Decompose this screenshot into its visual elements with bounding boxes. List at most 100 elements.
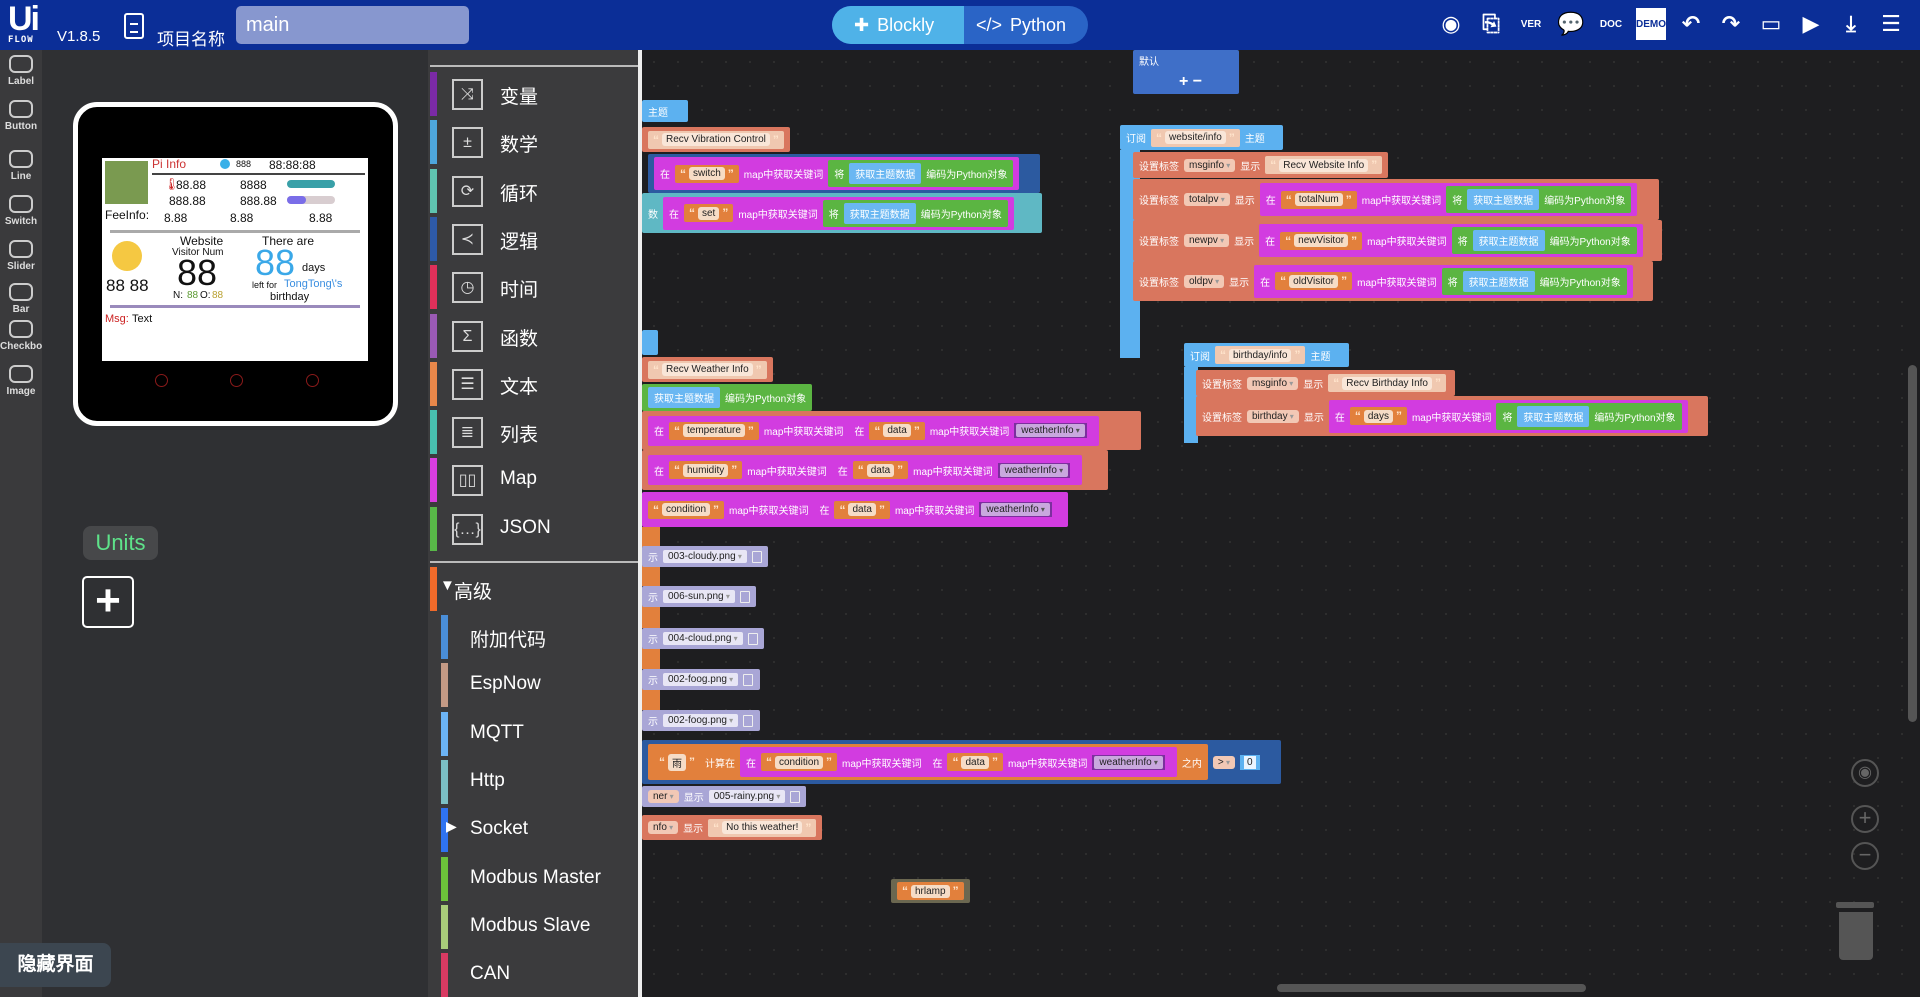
- category-8[interactable]: ▯▯ Map: [430, 458, 638, 503]
- variable-block[interactable]: weatherInfo: [1092, 754, 1165, 770]
- code-block[interactable]: ner 显示 005-rainy.png: [642, 786, 807, 807]
- nested-block[interactable]: 在 “temperature” map中获取关键词在 “data” map中获取关键词 w…: [648, 415, 1099, 446]
- code-block[interactable]: 在 “switch” map中获取关键词将获取主题数据 编码为Python对象: [648, 154, 1040, 193]
- category-sub-0[interactable]: 附加代码: [430, 615, 638, 659]
- nested-block[interactable]: 在 “days” map中获取关键词将获取主题数据 编码为Python对象: [1328, 399, 1688, 433]
- category-sub-2[interactable]: MQTT: [430, 711, 638, 756]
- tab-python[interactable]: </> Python: [964, 6, 1078, 44]
- nested-block[interactable]: “雨” 计算在在 “condition” map中获取关键词在 “data” map中获取…: [648, 744, 1208, 780]
- dropdown[interactable]: nfo: [648, 821, 679, 834]
- string-block[interactable]: “newVisitor”: [1280, 231, 1363, 250]
- code-block[interactable]: 示 003-cloudy.png: [642, 546, 768, 567]
- string-value[interactable]: newVisitor: [1294, 234, 1349, 247]
- dropdown[interactable]: >: [1212, 755, 1236, 769]
- dropdown[interactable]: totalpv: [1184, 193, 1230, 206]
- string-block[interactable]: “data”: [852, 461, 909, 479]
- dropdown[interactable]: msginfo: [1247, 376, 1299, 390]
- button-c[interactable]: [306, 374, 319, 387]
- get-topic-data-block[interactable]: 获取主题数据: [1517, 405, 1590, 427]
- category-sub-6[interactable]: Modbus Slave: [430, 904, 638, 949]
- get-topic-data-block[interactable]: 获取主题数据: [849, 163, 922, 184]
- code-block[interactable]: 在 “humidity” map中获取关键词在 “data” map中获取关键词 weat…: [642, 450, 1108, 490]
- variable-dropdown[interactable]: weatherInfo: [981, 503, 1050, 516]
- variable-dropdown[interactable]: weatherInfo: [1016, 424, 1085, 437]
- string-value[interactable]: birthday/info: [1229, 348, 1292, 362]
- category-3[interactable]: ≺ 逻辑: [430, 216, 638, 261]
- string-block[interactable]: “Recv Birthday Info”: [1328, 374, 1446, 392]
- string-block[interactable]: “days”: [1349, 407, 1407, 425]
- nested-block[interactable]: 在 “switch” map中获取关键词将获取主题数据 编码为Python对象: [654, 157, 1020, 190]
- category-advanced[interactable]: ▼ 高级: [430, 567, 638, 611]
- code-block[interactable]: 在 “temperature” map中获取关键词在 “data” map中获取关键词 w…: [642, 411, 1141, 450]
- string-block[interactable]: “oldVisitor”: [1275, 272, 1353, 290]
- variable-block[interactable]: weatherInfo: [979, 502, 1052, 517]
- category-sub-4[interactable]: ▶ Socket: [430, 808, 638, 853]
- string-value[interactable]: Recv Birthday Info: [1342, 376, 1432, 390]
- string-value[interactable]: data: [848, 503, 876, 516]
- string-value[interactable]: Recv Website Info: [1279, 158, 1369, 172]
- string-block[interactable]: “Recv Weather Info”: [648, 360, 767, 379]
- demo-icon[interactable]: DEMO: [1636, 8, 1666, 40]
- code-block[interactable]: nfo 显示 “No this weather!”: [642, 815, 823, 840]
- image-file-dropdown[interactable]: 005-rainy.png: [708, 790, 786, 803]
- code-block[interactable]: 获取主题数据 编码为Python对象: [642, 384, 813, 411]
- menu-icon[interactable]: ☰: [1876, 8, 1906, 40]
- variable-block[interactable]: weatherInfo: [1014, 423, 1087, 438]
- dropdown[interactable]: oldpv: [1184, 274, 1225, 288]
- category-sub-5[interactable]: Modbus Master: [430, 856, 638, 901]
- widget-label[interactable]: Label: [0, 55, 42, 87]
- string-value[interactable]: data: [961, 755, 989, 769]
- tab-blockly[interactable]: ✚ Blockly: [832, 6, 964, 44]
- run-icon[interactable]: ▶: [1796, 8, 1826, 40]
- device-icon[interactable]: ▭: [1756, 8, 1786, 40]
- blockly-workspace[interactable]: 主题 “Recv Vibration Control” 在 “switch” map中获…: [642, 50, 1920, 997]
- string-value[interactable]: days: [1363, 409, 1393, 423]
- variable-dropdown[interactable]: weatherInfo: [999, 463, 1069, 477]
- nested-block[interactable]: 将获取主题数据 编码为Python对象: [828, 160, 1014, 187]
- string-value[interactable]: Recv Vibration Control: [662, 133, 770, 146]
- device-screen[interactable]: Pi Info 888 88:88:88 🌡 88.88 8888 888.88…: [102, 158, 368, 361]
- string-block[interactable]: “set”: [684, 204, 734, 222]
- nested-block[interactable]: 在 “data” map中获取关键词 weatherInfo: [848, 418, 1093, 443]
- string-block[interactable]: “No this weather!”: [708, 818, 817, 837]
- nested-block[interactable]: 将获取主题数据 编码为Python对象: [1441, 267, 1627, 295]
- string-block[interactable]: “totalNum”: [1280, 190, 1357, 209]
- number-block[interactable]: 0: [1240, 754, 1260, 770]
- firmware-icon[interactable]: ◉: [1436, 8, 1466, 40]
- code-block[interactable]: “Recv Vibration Control”: [642, 127, 790, 152]
- nested-block[interactable]: 将获取主题数据 编码为Python对象: [1496, 402, 1682, 430]
- string-block[interactable]: “data”: [834, 500, 890, 519]
- code-block[interactable]: 设置标签 newpv 显示在 “newVisitor” map中获取关键词将获取主题数据…: [1133, 220, 1662, 261]
- string-value[interactable]: Recv Weather Info: [662, 363, 753, 376]
- string-value[interactable]: data: [866, 463, 895, 477]
- string-block[interactable]: “condition”: [761, 753, 838, 771]
- code-block[interactable]: “雨” 计算在在 “condition” map中获取关键词在 “data” map中获取…: [642, 740, 1281, 784]
- widget-button[interactable]: Button: [0, 100, 42, 132]
- get-topic-data-block[interactable]: 获取主题数据: [1462, 270, 1535, 292]
- category-4[interactable]: ◷ 时间: [430, 265, 638, 310]
- nested-block[interactable]: 在 “humidity” map中获取关键词在 “data” map中获取关键词 weat…: [648, 455, 1083, 485]
- string-block[interactable]: “Recv Vibration Control”: [648, 130, 784, 149]
- code-block[interactable]: 数在 “set” map中获取关键词将获取主题数据 编码为Python对象: [642, 193, 1042, 233]
- project-name-input[interactable]: [236, 6, 469, 44]
- code-block[interactable]: 设置标签 msginfo 显示 “Recv Website Info”: [1133, 152, 1389, 178]
- dropdown[interactable]: msginfo: [1184, 158, 1236, 172]
- category-6[interactable]: ☰ 文本: [430, 361, 638, 406]
- get-topic-data-block[interactable]: 获取主题数据: [1467, 189, 1540, 210]
- trash-icon[interactable]: [1839, 912, 1873, 960]
- code-block[interactable]: 订阅 “website/info” 主题: [1120, 125, 1283, 150]
- image-file-dropdown[interactable]: 006-sun.png: [663, 590, 735, 603]
- code-block[interactable]: [642, 330, 658, 355]
- nested-block[interactable]: 将获取主题数据 编码为Python对象: [1451, 227, 1637, 254]
- add-unit-button[interactable]: +: [82, 576, 134, 628]
- string-block[interactable]: “birthday/info”: [1215, 346, 1306, 364]
- widget-image[interactable]: Image: [0, 365, 42, 397]
- code-block[interactable]: 示 004-cloud.png: [642, 628, 764, 649]
- get-topic-data-block[interactable]: 获取主题数据: [1472, 230, 1545, 251]
- code-block[interactable]: 设置标签 oldpv 显示在 “oldVisitor” map中获取关键词将获取主题数据…: [1133, 261, 1653, 301]
- string-value[interactable]: temperature: [683, 424, 745, 437]
- nested-block[interactable]: 在 “totalNum” map中获取关键词将获取主题数据 编码为Python对象: [1259, 183, 1638, 216]
- string-block[interactable]: “humidity”: [669, 461, 743, 479]
- nested-block[interactable]: 在 “condition” map中获取关键词在 “data” map中获取关键词 wea…: [740, 747, 1177, 777]
- version-icon[interactable]: VER: [1516, 8, 1546, 40]
